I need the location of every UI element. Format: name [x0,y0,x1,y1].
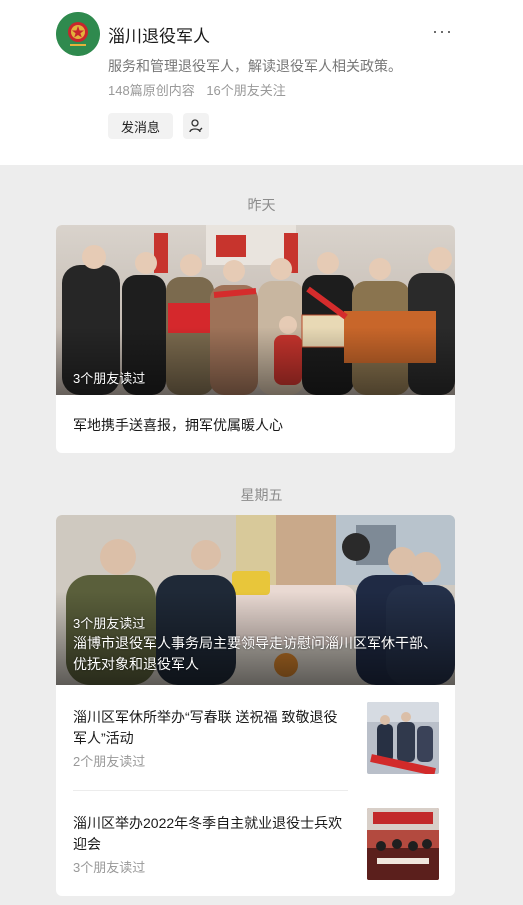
thumbnail-photo [367,808,439,880]
account-description: 服务和管理退役军人，解读退役军人相关政策。 [108,58,402,74]
article-thumbnail[interactable] [367,808,439,880]
article-title[interactable]: 淄博市退役军人事务局主要领导走访慰问淄川区军休干部、优抚对象和退役军人 [73,633,443,675]
article-title[interactable]: 军地携手送喜报，拥军优属暖人心 [73,415,283,435]
read-count: 3个朋友读过 [73,860,146,875]
article-card[interactable]: 3个朋友读过 淄博市退役军人事务局主要领导走访慰问淄川区军休干部、优抚对象和退役… [56,515,455,896]
read-count: 3个朋友读过 [73,371,146,386]
read-count: 2个朋友读过 [73,754,146,769]
read-count: 3个朋友读过 [73,616,146,631]
article-thumbnail[interactable] [367,702,439,774]
original-count: 148篇原创内容 [108,83,195,98]
date-label-friday: 星期五 [240,487,283,503]
account-avatar[interactable] [56,12,100,56]
friends-following: 16个朋友关注 [206,83,286,98]
more-dots-icon[interactable]: ··· [432,22,453,40]
divider [73,790,348,791]
date-label-yesterday: 昨天 [247,197,276,213]
account-profile: 淄川退役军人 ··· 服务和管理退役军人，解读退役军人相关政策。 148篇原创内… [0,0,523,165]
thumbnail-photo [367,702,439,774]
emblem-icon [56,12,100,56]
cover-image[interactable]: 3个朋友读过 [56,225,455,395]
cover-image[interactable]: 3个朋友读过 淄博市退役军人事务局主要领导走访慰问淄川区军休干部、优抚对象和退役… [56,515,455,685]
send-message-button[interactable]: 发消息 [108,113,173,139]
user-add-icon [189,119,203,133]
article-card[interactable]: 3个朋友读过 军地携手送喜报，拥军优属暖人心 [56,225,455,453]
list-item[interactable]: 淄川区军休所举办“写春联 送祝福 致敬退役军人”活动 2个朋友读过 [56,702,455,787]
list-item[interactable]: 淄川区举办2022年冬季自主就业退役士兵欢迎会 3个朋友读过 [56,808,455,893]
article-title[interactable]: 淄川区军休所举办“写春联 送祝福 致敬退役军人”活动 [73,707,348,749]
account-name: 淄川退役军人 [108,27,210,46]
account-stats: 148篇原创内容 16个朋友关注 [108,80,286,99]
user-add-button[interactable] [183,113,209,139]
article-title[interactable]: 淄川区举办2022年冬季自主就业退役士兵欢迎会 [73,813,348,855]
